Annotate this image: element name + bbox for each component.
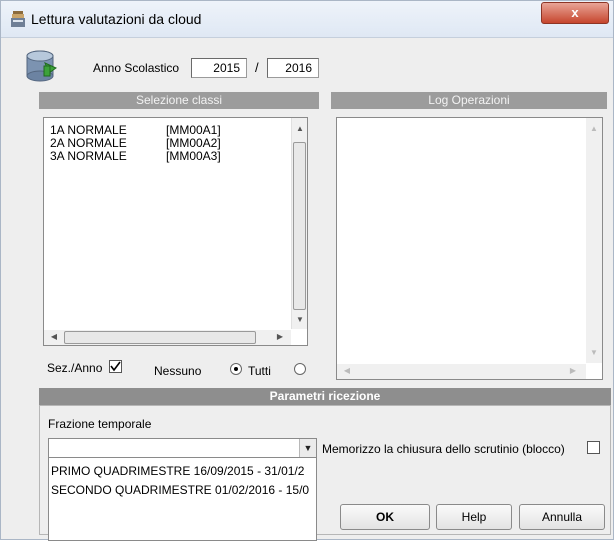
log-box[interactable]: ▲ ▼ ◀ ▶ (336, 117, 603, 380)
frazione-label: Frazione temporale (48, 417, 152, 431)
title-bar[interactable]: Lettura valutazioni da cloud x (1, 1, 613, 38)
horizontal-scroll-thumb[interactable] (64, 331, 256, 344)
close-button[interactable]: x (541, 2, 609, 24)
log-vertical-scrollbar[interactable]: ▲ ▼ (586, 118, 602, 363)
database-icon (26, 50, 57, 82)
memorizzo-label: Memorizzo la chiusura dello scrutinio (b… (322, 442, 565, 456)
chevron-down-icon[interactable]: ▼ (299, 439, 316, 457)
log-scroll-right-icon[interactable]: ▶ (565, 366, 581, 375)
memorizzo-checkbox[interactable] (587, 441, 600, 454)
class-code: [MM00A1] (166, 123, 221, 137)
annulla-button[interactable]: Annulla (519, 504, 605, 530)
log-horizontal-scrollbar[interactable]: ◀ ▶ (337, 364, 586, 379)
scroll-left-icon[interactable]: ◀ (46, 332, 62, 341)
vertical-scroll-thumb[interactable] (293, 142, 306, 310)
year-start-field[interactable]: 2015 (191, 58, 247, 78)
dropdown-option[interactable]: SECONDO QUADRIMESTRE 01/02/2016 - 15/0 (51, 483, 309, 497)
nessuno-label: Nessuno (154, 364, 202, 378)
dropdown-option[interactable]: PRIMO QUADRIMESTRE 16/09/2015 - 31/01/2 (51, 464, 304, 478)
list-item[interactable]: 3A NORMALE [MM00A3] (50, 150, 221, 163)
log-scroll-up-icon[interactable]: ▲ (586, 124, 602, 133)
log-scroll-left-icon[interactable]: ◀ (339, 366, 355, 375)
sez-anno-checkbox[interactable] (109, 360, 122, 373)
class-code: [MM00A2] (166, 136, 221, 150)
ok-button[interactable]: OK (340, 504, 430, 530)
log-panel-header: Log Operazioni (331, 92, 607, 109)
tutti-radio[interactable] (230, 363, 242, 375)
classes-horizontal-scrollbar[interactable]: ◀ ▶ (44, 330, 291, 345)
frazione-combo[interactable]: ▼ (48, 438, 317, 458)
classes-vertical-scrollbar[interactable]: ▲ ▼ (291, 118, 307, 329)
anno-scolastico-label: Anno Scolastico (93, 61, 180, 75)
classes-panel-header: Selezione classi (39, 92, 319, 109)
extra-radio[interactable] (294, 363, 306, 375)
app-icon (11, 11, 25, 27)
scroll-down-icon[interactable]: ▼ (292, 315, 308, 324)
class-code: [MM00A3] (166, 149, 221, 163)
close-icon: x (571, 5, 579, 20)
year-separator: / (255, 60, 259, 75)
window-title: Lettura valutazioni da cloud (31, 11, 202, 27)
tutti-label: Tutti (248, 364, 271, 378)
params-header: Parametri ricezione (39, 388, 611, 405)
frazione-dropdown[interactable]: PRIMO QUADRIMESTRE 16/09/2015 - 31/01/2 … (48, 458, 317, 541)
check-icon (110, 361, 121, 372)
scroll-up-icon[interactable]: ▲ (292, 124, 308, 133)
year-end-field[interactable]: 2016 (267, 58, 319, 78)
log-scroll-down-icon[interactable]: ▼ (586, 348, 602, 357)
dialog-window: Lettura valutazioni da cloud x Anno Scol… (0, 0, 614, 541)
class-name: 3A NORMALE (50, 149, 127, 163)
scroll-right-icon[interactable]: ▶ (272, 332, 288, 341)
help-button[interactable]: Help (436, 504, 512, 530)
sez-anno-label: Sez./Anno (47, 361, 103, 375)
